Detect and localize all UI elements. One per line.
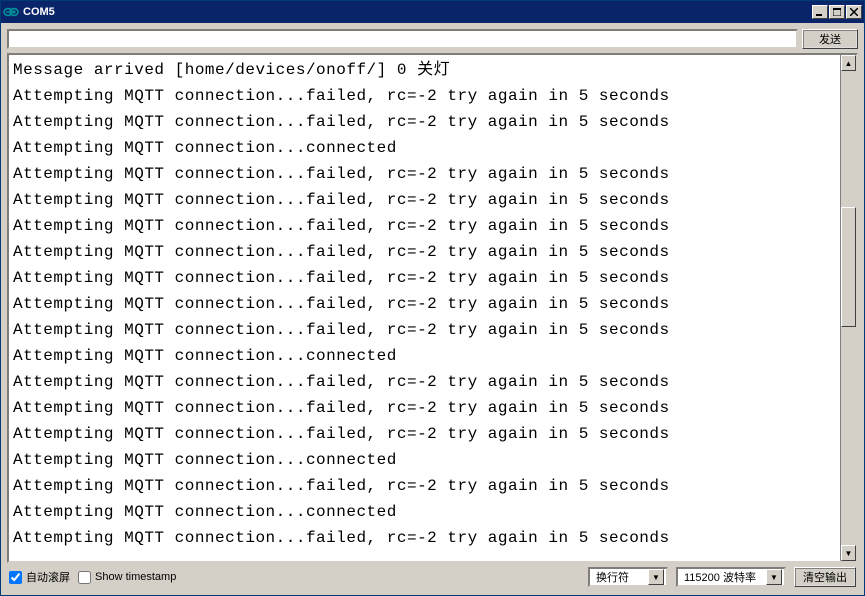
timestamp-checkbox[interactable] — [78, 571, 91, 584]
baud-rate-value: 115200 波特率 — [680, 569, 762, 585]
close-button[interactable] — [846, 5, 862, 19]
send-button[interactable]: 发送 — [802, 29, 858, 49]
scroll-thumb[interactable] — [841, 207, 856, 327]
scroll-up-button[interactable]: ▲ — [841, 55, 856, 71]
content-area: 发送 Message arrived [home/devices/onoff/]… — [1, 23, 864, 595]
timestamp-checkbox-wrap[interactable]: Show timestamp — [78, 571, 176, 584]
serial-output[interactable]: Message arrived [home/devices/onoff/] 0 … — [9, 55, 840, 561]
titlebar-buttons — [812, 5, 862, 19]
titlebar[interactable]: COM5 — [1, 1, 864, 23]
vertical-scrollbar[interactable]: ▲ ▼ — [840, 55, 856, 561]
serial-monitor-window: COM5 发送 Message arrived [home/devices/on… — [0, 0, 865, 596]
autoscroll-checkbox-wrap[interactable]: 自动滚屏 — [9, 569, 70, 585]
window-title: COM5 — [23, 6, 812, 18]
chevron-down-icon: ▼ — [648, 569, 664, 585]
chevron-down-icon: ▼ — [766, 569, 782, 585]
app-icon — [3, 4, 19, 20]
serial-input[interactable] — [7, 29, 798, 49]
maximize-button[interactable] — [829, 5, 845, 19]
autoscroll-label: 自动滚屏 — [26, 569, 70, 585]
minimize-button[interactable] — [812, 5, 828, 19]
autoscroll-checkbox[interactable] — [9, 571, 22, 584]
bottom-toolbar: 自动滚屏 Show timestamp 换行符 ▼ 115200 波特率 ▼ 清… — [7, 563, 858, 589]
line-ending-value: 换行符 — [592, 569, 644, 585]
line-ending-select[interactable]: 换行符 ▼ — [588, 567, 668, 587]
baud-rate-select[interactable]: 115200 波特率 ▼ — [676, 567, 786, 587]
clear-output-button[interactable]: 清空输出 — [794, 567, 856, 587]
scroll-down-button[interactable]: ▼ — [841, 545, 856, 561]
output-area: Message arrived [home/devices/onoff/] 0 … — [7, 53, 858, 563]
input-row: 发送 — [7, 29, 858, 49]
timestamp-label: Show timestamp — [95, 571, 176, 583]
